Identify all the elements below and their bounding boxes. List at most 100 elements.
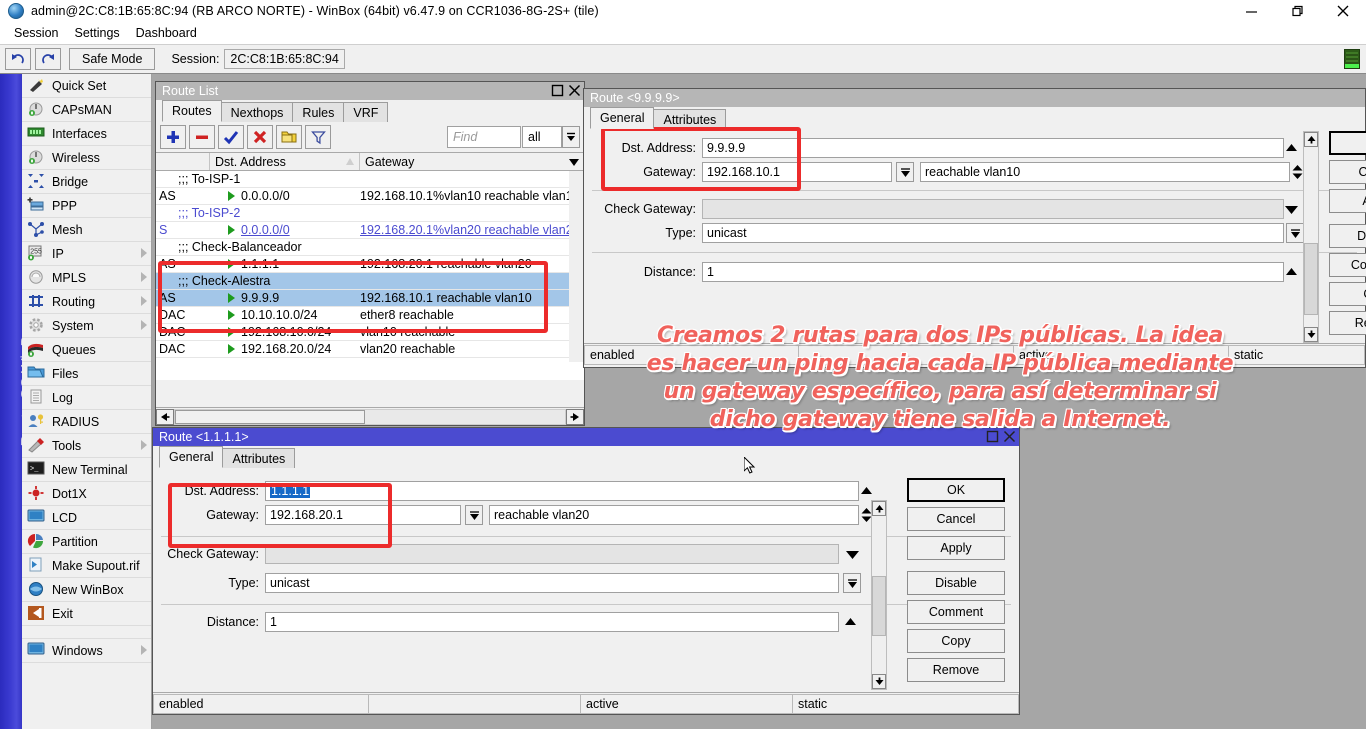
gateway-input[interactable]: 192.168.10.1 <box>702 162 892 182</box>
check-gateway-input[interactable] <box>702 199 1284 219</box>
comment-folder-icon[interactable] <box>276 125 302 149</box>
sidebar-item-exit[interactable]: Exit <box>22 602 151 626</box>
table-row[interactable]: DAC192.168.20.0/24vlan20 reachable <box>156 341 584 358</box>
menu-settings[interactable]: Settings <box>66 24 127 42</box>
sidebar-item-quick-set[interactable]: Quick Set <box>22 74 151 98</box>
hscroll-thumb[interactable] <box>175 410 365 424</box>
dst-address-input[interactable]: 1.1.1.1 <box>265 481 859 501</box>
gateway-dropdown-icon[interactable] <box>896 162 914 182</box>
sidebar-item-bridge[interactable]: Bridge <box>22 170 151 194</box>
ok-button[interactable]: OK <box>907 478 1005 502</box>
sidebar-item-partition[interactable]: Partition <box>22 530 151 554</box>
route-999-vscrollbar[interactable] <box>1303 131 1319 343</box>
scroll-thumb[interactable] <box>1304 243 1318 315</box>
scroll-up-icon[interactable] <box>1304 132 1318 147</box>
scroll-up-icon[interactable] <box>872 501 886 516</box>
check-gateway-input[interactable] <box>265 544 839 564</box>
check-gateway-dropdown-icon[interactable] <box>1284 199 1299 219</box>
disable-button[interactable]: Disable <box>907 571 1005 595</box>
route-111-vscrollbar[interactable] <box>871 500 887 690</box>
close-icon[interactable] <box>567 83 582 98</box>
sidebar-item-ppp[interactable]: PPP <box>22 194 151 218</box>
dst-address-input[interactable]: 9.9.9.9 <box>702 138 1284 158</box>
table-row[interactable]: DAC192.168.10.0/24vlan10 reachable <box>156 324 584 341</box>
distance-input[interactable]: 1 <box>702 262 1284 282</box>
dst-address-spinner[interactable] <box>859 481 874 501</box>
table-row[interactable]: AS9.9.9.9192.168.10.1 reachable vlan10 <box>156 290 584 307</box>
sidebar-item-queues[interactable]: Queues <box>22 338 151 362</box>
route-list-titlebar[interactable]: Route List <box>156 82 584 100</box>
comment-button[interactable]: Comment <box>907 600 1005 624</box>
sidebar-item-make-supout-rif[interactable]: Make Supout.rif <box>22 554 151 578</box>
hscroll-track[interactable] <box>174 409 566 425</box>
scroll-track[interactable] <box>872 516 886 674</box>
sidebar-item-ip[interactable]: 255IP <box>22 242 151 266</box>
table-row-comment[interactable]: ;;; Check-Alestra <box>156 273 584 290</box>
route-list-hscrollbar[interactable] <box>156 407 584 425</box>
table-row[interactable]: S0.0.0.0/0192.168.20.1%vlan20 reachable … <box>156 222 584 239</box>
sidebar-item-log[interactable]: Log <box>22 386 151 410</box>
dst-address-spinner[interactable] <box>1284 138 1299 158</box>
remove-button[interactable]: Remove <box>1329 311 1366 335</box>
apply-button[interactable]: Apply <box>907 536 1005 560</box>
distance-input[interactable]: 1 <box>265 612 839 632</box>
col-dst-address[interactable]: Dst. Address <box>210 153 360 170</box>
distance-spinner[interactable] <box>1284 262 1299 282</box>
route-999-titlebar[interactable]: Route <9.9.9.9> <box>584 89 1365 107</box>
sidebar-item-lcd[interactable]: LCD <box>22 506 151 530</box>
sidebar-item-windows[interactable]: Windows <box>22 639 151 663</box>
ok-button[interactable]: OK <box>1329 131 1366 155</box>
tab-routes[interactable]: Routes <box>162 100 222 122</box>
cancel-button[interactable]: Cancel <box>1329 160 1366 184</box>
tab-rules[interactable]: Rules <box>292 102 344 122</box>
table-row-comment[interactable]: ;;; To-ISP-1 <box>156 171 584 188</box>
tab-general[interactable]: General <box>159 446 223 468</box>
sidebar-item-system[interactable]: System <box>22 314 151 338</box>
sidebar-item-mesh[interactable]: Mesh <box>22 218 151 242</box>
sidebar-item-routing[interactable]: Routing <box>22 290 151 314</box>
sidebar-item-dot1x[interactable]: Dot1X <box>22 482 151 506</box>
sidebar-item-radius[interactable]: RADIUS <box>22 410 151 434</box>
find-input[interactable]: Find <box>447 126 521 148</box>
maximize-icon[interactable] <box>1274 0 1320 22</box>
comment-button[interactable]: Comment <box>1329 253 1366 277</box>
scroll-track[interactable] <box>1304 147 1318 327</box>
tab-general[interactable]: General <box>590 107 654 129</box>
filter-funnel-icon[interactable] <box>305 125 331 149</box>
table-row-comment[interactable]: ;;; Check-Balanceador <box>156 239 584 256</box>
table-row[interactable]: AS1.1.1.1192.168.20.1 reachable vlan20 <box>156 256 584 273</box>
redo-icon[interactable] <box>35 48 61 70</box>
table-row[interactable]: DAC10.10.10.0/24ether8 reachable <box>156 307 584 324</box>
sidebar-item-new-winbox[interactable]: New WinBox <box>22 578 151 602</box>
cancel-button[interactable]: Cancel <box>907 507 1005 531</box>
copy-button[interactable]: Copy <box>907 629 1005 653</box>
menu-session[interactable]: Session <box>6 24 66 42</box>
table-row-comment[interactable]: ;;; To-ISP-2 <box>156 205 584 222</box>
type-input[interactable]: unicast <box>702 223 1284 243</box>
sidebar-item-mpls[interactable]: MPLS <box>22 266 151 290</box>
sidebar-item-tools[interactable]: Tools <box>22 434 151 458</box>
safe-mode-button[interactable]: Safe Mode <box>69 48 155 70</box>
apply-button[interactable]: Apply <box>1329 189 1366 213</box>
sidebar-item-capsman[interactable]: CAPsMAN <box>22 98 151 122</box>
check-icon[interactable] <box>218 125 244 149</box>
sidebar-item-new-terminal[interactable]: >_New Terminal <box>22 458 151 482</box>
remove-button[interactable]: Remove <box>907 658 1005 682</box>
sidebar-item-interfaces[interactable]: Interfaces <box>22 122 151 146</box>
cross-icon[interactable] <box>247 125 273 149</box>
route-list-vscrollbar[interactable] <box>569 171 584 362</box>
distance-spinner[interactable] <box>843 612 858 632</box>
close-icon[interactable] <box>1320 0 1366 22</box>
type-dropdown-icon[interactable] <box>1286 223 1304 243</box>
type-dropdown-icon[interactable] <box>843 573 861 593</box>
session-value[interactable]: 2C:C8:1B:65:8C:94 <box>224 49 344 69</box>
chevron-down-icon[interactable] <box>562 126 580 148</box>
sidebar-item-files[interactable]: Files <box>22 362 151 386</box>
gateway-input[interactable]: 192.168.20.1 <box>265 505 461 525</box>
scope-filter-value[interactable]: all <box>522 126 562 148</box>
menu-dashboard[interactable]: Dashboard <box>128 24 205 42</box>
table-row[interactable]: AS0.0.0.0/0192.168.10.1%vlan10 reachable… <box>156 188 584 205</box>
arrow-left-icon[interactable] <box>156 409 174 425</box>
plus-icon[interactable] <box>160 125 186 149</box>
tab-nexthops[interactable]: Nexthops <box>221 102 294 122</box>
